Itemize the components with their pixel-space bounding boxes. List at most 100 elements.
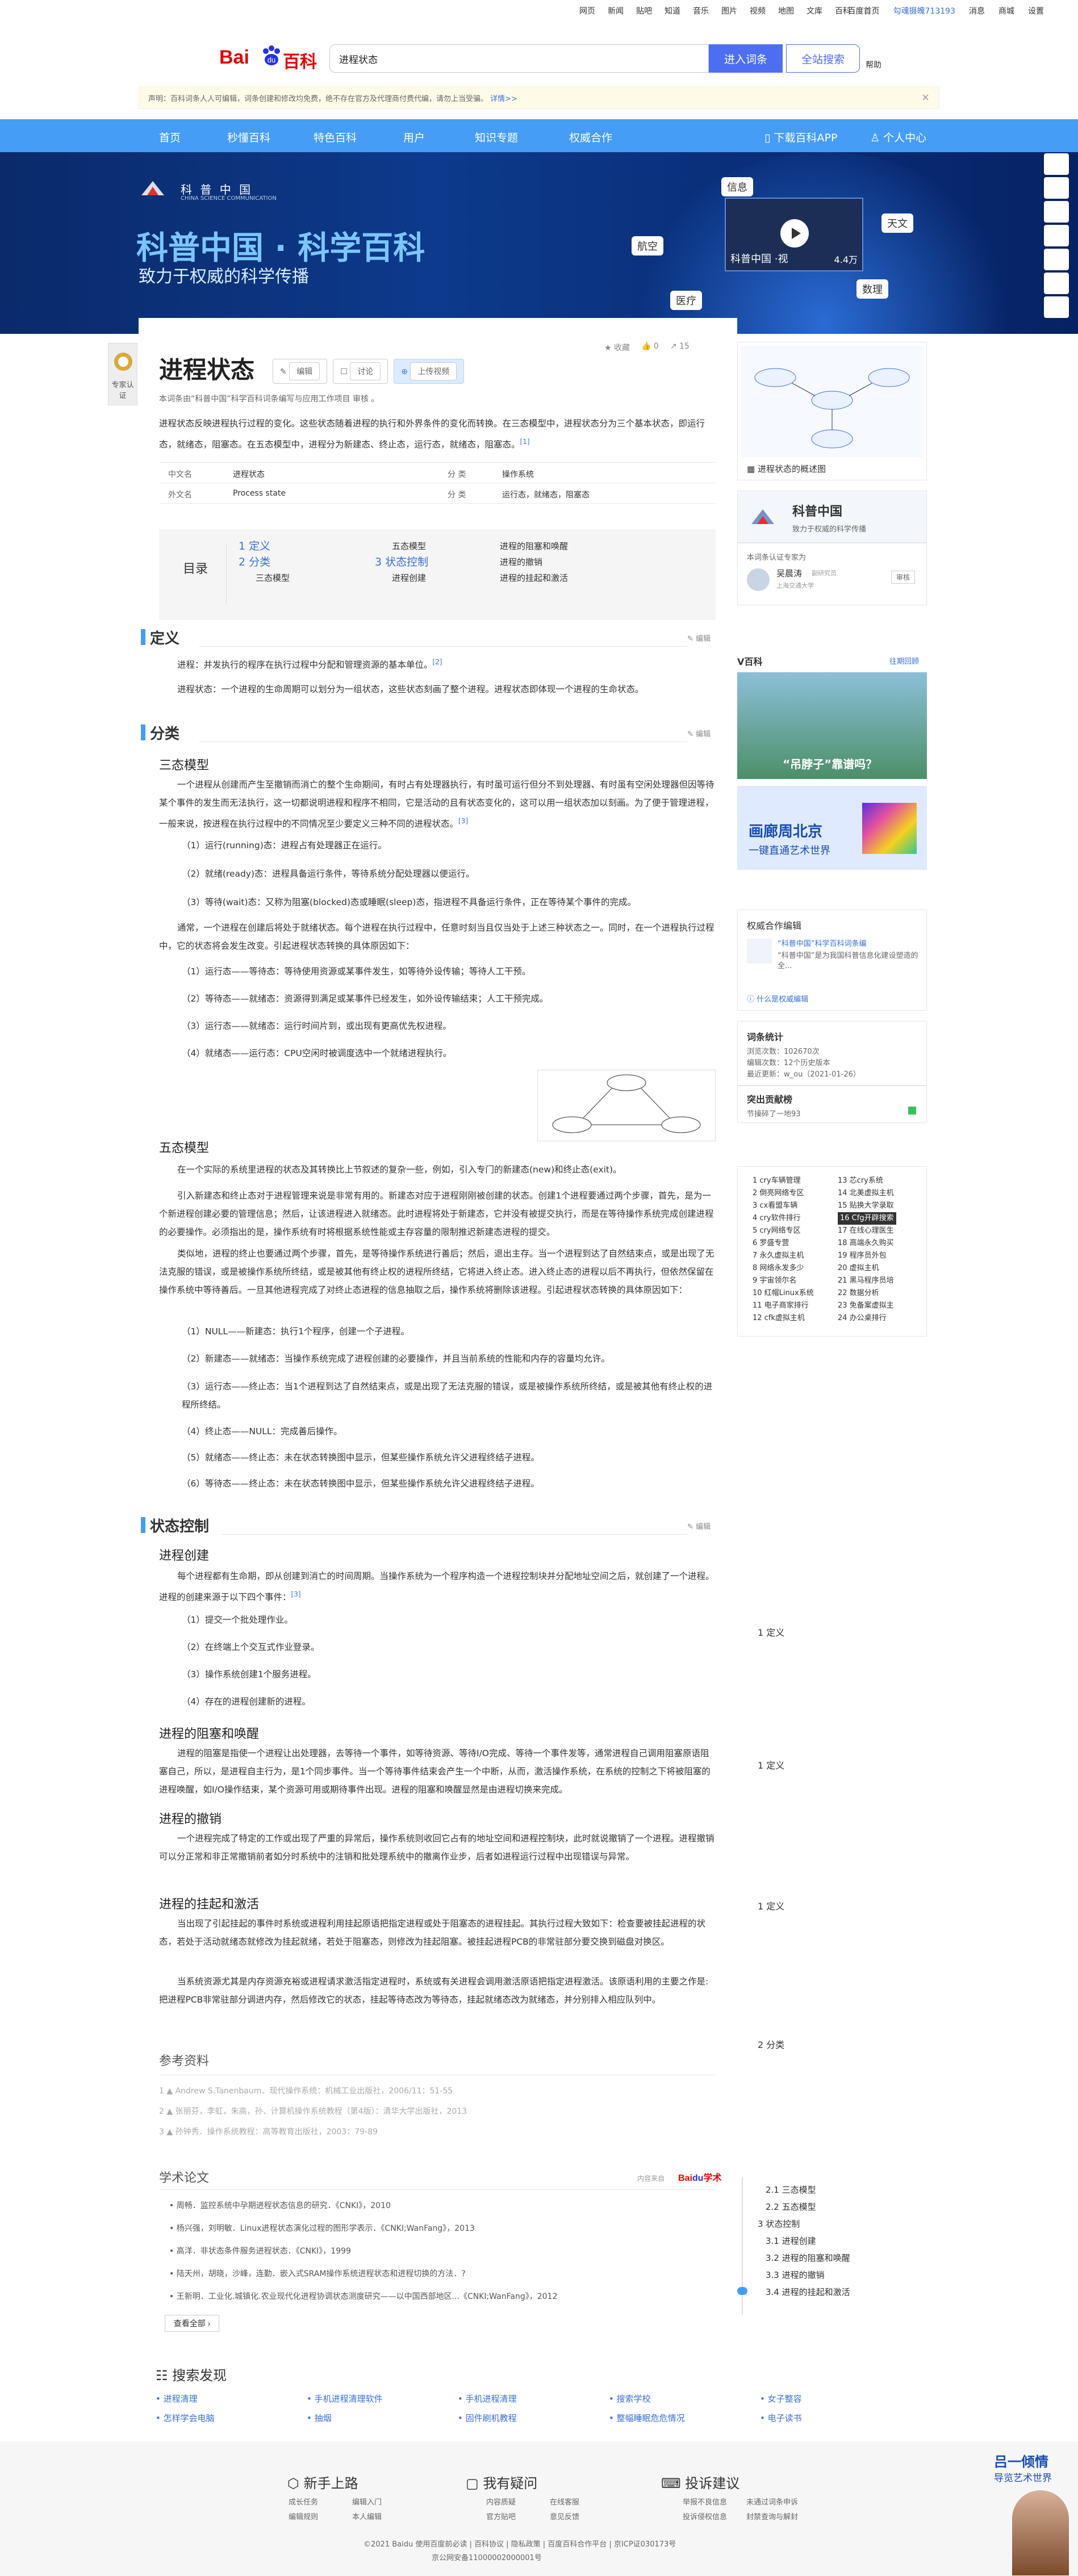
nav-special[interactable]: 特色百科 bbox=[314, 129, 357, 145]
footer-link[interactable]: 举报不良信息 bbox=[683, 2496, 727, 2507]
vbaike-more-link[interactable]: 往期回顾 bbox=[889, 655, 919, 666]
tag-medical[interactable]: 医疗 bbox=[670, 291, 702, 310]
discovery-link[interactable]: • 手机进程清理软件 bbox=[307, 2393, 383, 2405]
reference-item[interactable]: 3 ▲ 孙钟秀．操作系统教程：高等教育出版社，2003：79-89 bbox=[159, 2126, 378, 2137]
wechat-icon[interactable] bbox=[1044, 201, 1069, 223]
discovery-link[interactable]: • 整幅睡眠危危情况 bbox=[609, 2412, 685, 2424]
mascot-ad[interactable]: 吕一倾情 导览艺术世界 bbox=[992, 2451, 1078, 2576]
phone-icon[interactable] bbox=[1044, 296, 1069, 318]
toc-item-def[interactable]: 1 定义 bbox=[239, 538, 290, 554]
discovery-link[interactable]: • 电子读书 bbox=[760, 2412, 802, 2424]
ranking-item[interactable]: 19 程序员外包 bbox=[838, 1250, 896, 1262]
ranking-item[interactable]: 3 cx看盟车辆 bbox=[753, 1200, 814, 1212]
notice-detail-link[interactable]: 详情>> bbox=[490, 95, 517, 103]
discovery-link[interactable]: • 进程清理 bbox=[156, 2393, 198, 2405]
side-toc-marker[interactable]: 1 定义 bbox=[758, 1899, 784, 1912]
like-button[interactable]: 👍 0 bbox=[641, 342, 659, 353]
side-toc-item[interactable]: 3.2 进程的阻塞和唤醒 bbox=[766, 2252, 850, 2264]
footer-link[interactable]: 在线客服 bbox=[550, 2496, 579, 2507]
ranking-item[interactable]: 2 倒亮网络专区 bbox=[753, 1187, 814, 1200]
messages-link[interactable]: 消息 bbox=[969, 5, 985, 16]
ranking-item[interactable]: 18 高端永久购买 bbox=[838, 1237, 896, 1250]
tag-info[interactable]: 信息 bbox=[721, 177, 753, 196]
vbaike-ad-image-1[interactable]: “吊脖子”靠谱吗？ bbox=[737, 672, 927, 779]
footer-link[interactable]: 成长任务 bbox=[289, 2496, 318, 2507]
settings-link[interactable]: 设置 bbox=[1028, 5, 1044, 16]
three-state-diagram[interactable] bbox=[537, 1070, 716, 1141]
create-ref[interactable]: [3] bbox=[291, 1590, 301, 1598]
share-button[interactable]: ↗ 15 bbox=[670, 342, 690, 353]
side-toc-item[interactable]: 3.4 进程的挂起和激活 bbox=[766, 2286, 850, 2298]
paper-item[interactable]: • 周畅．监控系统中孕期进程状态信息的研究．《CNKI》，2010 bbox=[169, 2200, 391, 2211]
top-link-image[interactable]: 图片 bbox=[721, 5, 737, 16]
tag-math[interactable]: 数理 bbox=[856, 279, 888, 299]
authority-name[interactable]: “科普中国”科学百科词条编 bbox=[778, 937, 866, 948]
reference-item[interactable]: 2 ▲ 张丽芬，李虹，朱高，孙．计算机操作系统教程（第4版）：清华大学出版社，2… bbox=[159, 2105, 467, 2117]
share-weibo-icon[interactable] bbox=[1044, 153, 1069, 175]
nav-miaodong[interactable]: 秒懂百科 bbox=[227, 129, 270, 145]
close-icon[interactable]: × bbox=[921, 91, 930, 103]
top-link-map[interactable]: 地图 bbox=[778, 5, 794, 16]
top-link-music[interactable]: 音乐 bbox=[693, 5, 709, 16]
footer-link[interactable]: 编辑入门 bbox=[352, 2496, 382, 2507]
ranking-item[interactable]: 23 免备案虚拟主 bbox=[838, 1300, 896, 1312]
username-link[interactable]: 勾魂摄魄713193 bbox=[893, 5, 955, 16]
side-toc-item[interactable]: 3.1 进程创建 bbox=[766, 2235, 816, 2247]
overview-image-card[interactable]: ▦ 进程状态的概述图 bbox=[737, 342, 927, 480]
footer-beian[interactable]: 京公网安备11000002000001号 bbox=[432, 2552, 542, 2562]
discovery-link[interactable]: • 手机进程清理 bbox=[458, 2393, 517, 2405]
vbaike-ad-image-2[interactable]: 画廊周北京 一键直通艺术世界 bbox=[737, 786, 927, 870]
top-link-wenku[interactable]: 文库 bbox=[807, 5, 822, 16]
side-toc-item[interactable]: 2.2 五态模型 bbox=[766, 2201, 816, 2213]
ranking-item[interactable]: 13 芯cry系统 bbox=[838, 1175, 896, 1187]
nav-home[interactable]: 首页 bbox=[159, 129, 181, 145]
paper-item[interactable]: • 杨兴强，刘明敏．Linux进程状态演化过程的图形学表示．《CNKI;WanF… bbox=[169, 2222, 475, 2234]
expert-name[interactable]: 吴晨涛 bbox=[776, 567, 802, 579]
contribution-sub[interactable]: 节操碎了一地93 bbox=[747, 1108, 801, 1119]
top-link-news[interactable]: 新闻 bbox=[608, 5, 624, 16]
discovery-link[interactable]: • 搜索学校 bbox=[609, 2393, 651, 2405]
search-all-button[interactable]: 全站搜索 bbox=[786, 44, 860, 73]
side-toc-item[interactable]: 3.3 进程的撤销 bbox=[766, 2269, 825, 2281]
tag-astronomy[interactable]: 天文 bbox=[881, 213, 913, 233]
wechat-icon[interactable] bbox=[1044, 249, 1069, 270]
top-link-video[interactable]: 视频 bbox=[750, 5, 766, 16]
tag-aviation[interactable]: 航空 bbox=[632, 236, 663, 255]
def-ref[interactable]: [2] bbox=[433, 658, 442, 666]
toc-item-class[interactable]: 2 分类 bbox=[239, 554, 290, 570]
ranking-item[interactable]: 4 cry软件排行 bbox=[753, 1212, 814, 1225]
summary-ref[interactable]: [1] bbox=[520, 438, 530, 446]
expert-badge[interactable]: 专家认证 bbox=[108, 343, 137, 405]
side-toc-item[interactable]: 2.1 三态模型 bbox=[766, 2184, 816, 2196]
enter-entry-button[interactable]: 进入词条 bbox=[709, 44, 783, 73]
footer-link[interactable]: 意见反馈 bbox=[550, 2511, 579, 2521]
ranking-item[interactable]: 6 罗盛专营 bbox=[753, 1237, 814, 1250]
ranking-item[interactable]: 12 cfk虚拟主机 bbox=[753, 1312, 814, 1325]
toc-item-block[interactable]: 进程的阻塞和唤醒 bbox=[500, 538, 568, 554]
ranking-item[interactable]: 8 网络永发多少 bbox=[753, 1262, 814, 1275]
search-input[interactable] bbox=[329, 44, 709, 73]
footer-link[interactable]: 内容质疑 bbox=[486, 2496, 516, 2507]
top-link-zhidao[interactable]: 知道 bbox=[665, 5, 680, 16]
side-toc-marker[interactable]: 1 定义 bbox=[758, 1758, 784, 1771]
discovery-link[interactable]: • 怎样学会电脑 bbox=[156, 2412, 215, 2424]
nav-authority[interactable]: 权威合作 bbox=[569, 129, 612, 145]
toc-item-five[interactable]: 五态模型 bbox=[375, 538, 428, 554]
ranking-item[interactable]: 10 红帽Linux系统 bbox=[753, 1287, 814, 1300]
toc-item-cancel[interactable]: 进程的撤销 bbox=[500, 554, 568, 570]
top-link-tieba[interactable]: 贴吧 bbox=[636, 5, 652, 16]
paper-item[interactable]: • 陆天州，胡晓，沙峰，连勤．嵌入式SRAM操作系统进程状态和进程切换的方法．? bbox=[169, 2268, 466, 2279]
ranking-item[interactable]: 7 永久虚拟主机 bbox=[753, 1250, 814, 1262]
section-edit-link[interactable]: ✎ 编辑 bbox=[687, 728, 711, 739]
baidu-home-link[interactable]: 百度首页 bbox=[848, 5, 880, 16]
footer-link[interactable]: 本人编辑 bbox=[352, 2511, 382, 2521]
toc-item-suspend[interactable]: 进程的挂起和激活 bbox=[500, 570, 568, 586]
footer-link[interactable]: 未通过词条申诉 bbox=[746, 2496, 798, 2507]
ranking-item[interactable]: 22 数据分析 bbox=[838, 1287, 896, 1300]
discovery-link[interactable]: • 抽烟 bbox=[307, 2412, 332, 2424]
side-toc-marker[interactable]: 2 分类 bbox=[758, 2037, 784, 2051]
section-edit-link[interactable]: ✎ 编辑 bbox=[687, 1521, 711, 1531]
mall-link[interactable]: 商城 bbox=[998, 5, 1014, 16]
toc-item-create[interactable]: 进程创建 bbox=[375, 570, 428, 586]
kepu-card[interactable]: 科普中国 致力于权威的科学传播 bbox=[737, 491, 927, 543]
